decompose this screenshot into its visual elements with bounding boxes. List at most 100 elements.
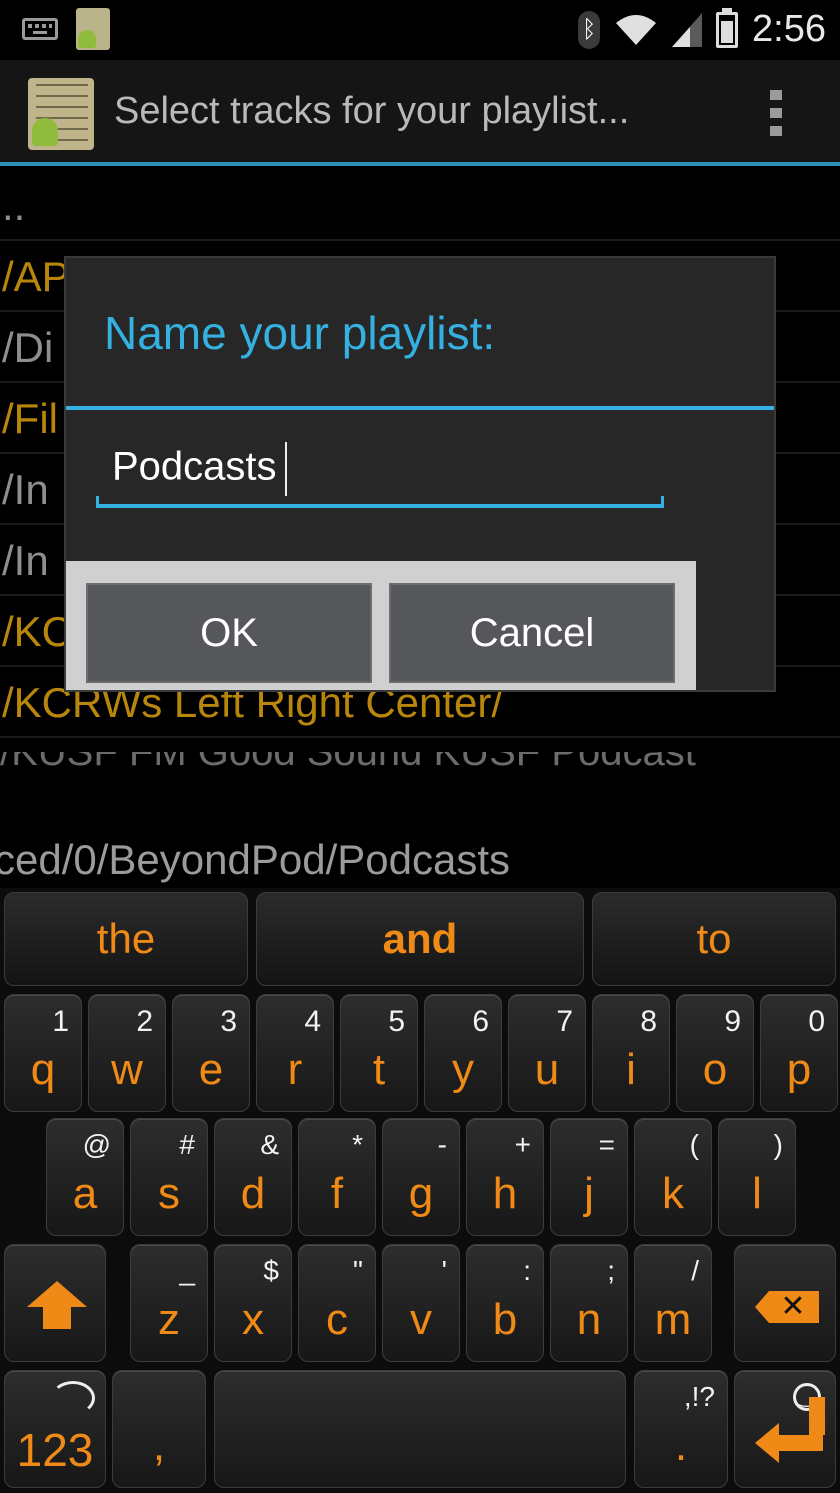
- key-a[interactable]: @ a: [46, 1118, 124, 1236]
- enter-arrow-stem: [809, 1397, 825, 1435]
- status-bar: 2:56: [0, 0, 840, 60]
- key-label: m: [654, 1295, 692, 1344]
- key-label: q: [30, 1045, 56, 1094]
- number-symbols-label: 123: [16, 1424, 94, 1476]
- enter-key[interactable]: [734, 1370, 836, 1488]
- key-j[interactable]: = j: [550, 1118, 628, 1236]
- backspace-x-icon: ✕: [780, 1289, 806, 1324]
- key-t[interactable]: 5t: [340, 994, 418, 1112]
- key-label: u: [534, 1045, 560, 1094]
- playlist-app-icon[interactable]: [28, 78, 94, 150]
- key-label: t: [372, 1045, 386, 1094]
- key-n[interactable]: ; n: [550, 1244, 628, 1362]
- key-label: o: [702, 1045, 728, 1094]
- key-s[interactable]: # s: [130, 1118, 208, 1236]
- key-secondary-label: 9: [724, 1005, 741, 1038]
- file-list-partial-row: /KUSF FM Good Sound KUSF Podcast: [0, 752, 840, 772]
- key-y[interactable]: 6y: [424, 994, 502, 1112]
- key-e[interactable]: 3e: [172, 994, 250, 1112]
- action-bar: Select tracks for your playlist...: [0, 60, 840, 166]
- key-secondary-label: :: [523, 1255, 531, 1286]
- key-secondary-label: _: [179, 1255, 195, 1286]
- key-label: x: [242, 1295, 264, 1344]
- wifi-icon: [616, 14, 657, 45]
- key-label: z: [158, 1295, 180, 1344]
- ok-button[interactable]: OK: [86, 583, 372, 683]
- key-secondary-label: 7: [556, 1005, 573, 1038]
- key-label: r: [287, 1045, 303, 1094]
- key-label: j: [584, 1169, 594, 1218]
- soft-keyboard: the and to 1 q 2 w 3 e 4 r 5 t 6 y 7 u 8 i 9 o 0 p @ a # s & d * f -…: [0, 888, 840, 1493]
- key-label: i: [626, 1045, 636, 1094]
- key-c[interactable]: " c: [298, 1244, 376, 1362]
- input-underline: [96, 496, 664, 508]
- comma-key[interactable]: ,: [112, 1370, 206, 1488]
- key-u[interactable]: 7u: [508, 994, 586, 1112]
- key-label: k: [662, 1169, 684, 1218]
- key-label: c: [326, 1295, 348, 1344]
- key-z[interactable]: _ z: [130, 1244, 208, 1362]
- key-i[interactable]: 8i: [592, 994, 670, 1112]
- key-label: b: [492, 1295, 518, 1344]
- name-playlist-dialog: Name your playlist: Podcasts OK Cancel: [66, 258, 774, 690]
- text-cursor: [284, 442, 287, 496]
- period-label: .: [674, 1421, 688, 1470]
- key-r[interactable]: 4r: [256, 994, 334, 1112]
- key-w[interactable]: 2w: [88, 994, 166, 1112]
- key-label: w: [111, 1045, 143, 1094]
- action-bar-title: Select tracks for your playlist...: [114, 90, 630, 132]
- key-label: v: [410, 1295, 432, 1344]
- key-p[interactable]: 0p: [760, 994, 838, 1112]
- key-secondary-label: ): [773, 1129, 783, 1160]
- status-left: [22, 8, 110, 50]
- shift-key[interactable]: [4, 1244, 106, 1362]
- key-label: n: [576, 1295, 602, 1344]
- key-f[interactable]: * f: [298, 1118, 376, 1236]
- key-secondary-label: 5: [388, 1005, 405, 1038]
- number-symbols-key[interactable]: 123: [4, 1370, 106, 1488]
- suggestion-3[interactable]: to: [592, 892, 836, 986]
- key-k[interactable]: (k: [634, 1118, 712, 1236]
- key-q[interactable]: 1q: [4, 994, 82, 1112]
- key-secondary-label: -: [437, 1129, 447, 1160]
- key-secondary-label: 1: [52, 1005, 69, 1038]
- period-secondary-label: ,!?: [683, 1381, 715, 1412]
- key-m[interactable]: / m: [634, 1244, 712, 1362]
- key-o[interactable]: 9o: [676, 994, 754, 1112]
- suggestion-2[interactable]: and: [256, 892, 584, 986]
- playlist-name-value: Podcasts: [112, 444, 277, 489]
- key-secondary-label: ": [353, 1255, 363, 1286]
- cancel-button[interactable]: Cancel: [389, 583, 675, 683]
- key-label: a: [72, 1169, 98, 1218]
- key-l[interactable]: ) l: [718, 1118, 796, 1236]
- dialog-button-bar: OK Cancel: [66, 561, 696, 690]
- comma-label: ,: [152, 1421, 166, 1470]
- key-secondary-label: @: [82, 1129, 111, 1160]
- key-secondary-label: 0: [808, 1005, 825, 1038]
- file-list-item[interactable]: ..: [0, 170, 840, 241]
- key-secondary-label: =: [598, 1129, 615, 1160]
- space-key[interactable]: [214, 1370, 626, 1488]
- key-label: p: [786, 1045, 812, 1094]
- key-secondary-label: *: [352, 1129, 363, 1160]
- suggestion-1[interactable]: the: [4, 892, 248, 986]
- key-b[interactable]: :b: [466, 1244, 544, 1362]
- key-secondary-label: 2: [136, 1005, 153, 1038]
- current-path: ced/0/BeyondPod/Podcasts: [0, 836, 511, 883]
- key-label: e: [198, 1045, 224, 1094]
- key-secondary-label: +: [514, 1129, 531, 1160]
- period-key[interactable]: ,!?.: [634, 1370, 728, 1488]
- playlist-name-input[interactable]: Podcasts: [96, 430, 664, 508]
- app-notification-icon: [76, 8, 110, 50]
- key-secondary-label: 4: [304, 1005, 321, 1038]
- keyboard-icon: [22, 18, 58, 40]
- key-g[interactable]: -g: [382, 1118, 460, 1236]
- status-right: 2:56: [578, 7, 826, 51]
- key-d[interactable]: & d: [214, 1118, 292, 1236]
- swiftkey-logo-icon: [51, 1381, 95, 1415]
- overflow-menu-icon[interactable]: [770, 90, 784, 140]
- key-x[interactable]: $ x: [214, 1244, 292, 1362]
- key-h[interactable]: + h: [466, 1118, 544, 1236]
- key-v[interactable]: ' v: [382, 1244, 460, 1362]
- backspace-key[interactable]: ✕: [734, 1244, 836, 1362]
